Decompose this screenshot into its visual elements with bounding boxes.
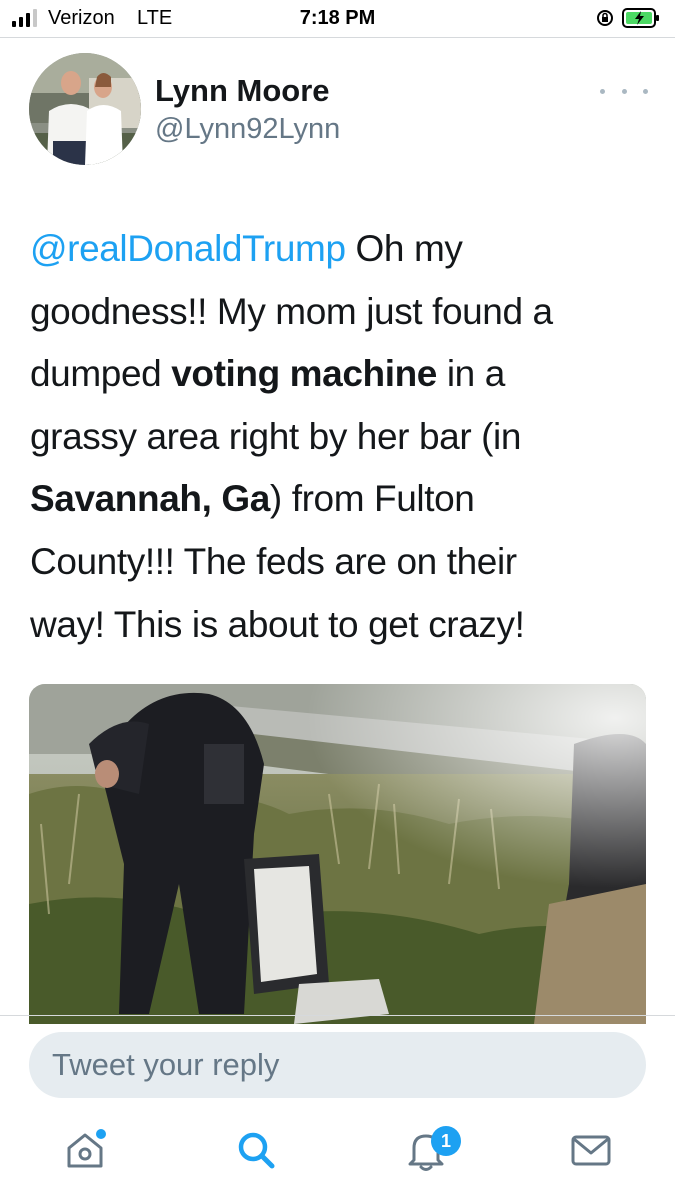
author-name[interactable]: Lynn Moore: [155, 73, 330, 109]
tweet-text-segment: dumped: [30, 353, 172, 395]
battery-charging-icon: [622, 8, 659, 28]
more-options-button[interactable]: [600, 77, 648, 105]
tweet-text-segment: goodness!! My mom just found a: [30, 290, 553, 332]
tweet-text-bold: voting machine: [171, 353, 437, 395]
tweet-text-segment: way! This is about to get crazy!: [30, 603, 525, 645]
tab-search[interactable]: [232, 1126, 280, 1174]
tweet-text-segment: ) from Fulton: [269, 478, 475, 520]
dot-icon: [600, 88, 605, 94]
tweet-text-line: Savannah, Ga) from Fulton: [30, 468, 655, 531]
dot-icon: [643, 88, 648, 94]
tweet-text-line: dumped voting machine in a: [30, 343, 655, 406]
compose-divider: [0, 1015, 675, 1016]
tweet-text-segment: grassy area right by her bar (in: [30, 415, 522, 457]
tweet-photo[interactable]: [29, 684, 646, 1024]
tweet-text-segment: Oh my: [345, 228, 463, 269]
tweet-text-line: grassy area right by her bar (in: [30, 406, 655, 469]
status-time: 7:18 PM: [299, 7, 376, 29]
author-handle[interactable]: @Lynn92Lynn: [155, 113, 340, 146]
rotation-lock-icon: [597, 10, 613, 26]
tweet-text-line: @realDonaldTrump Oh my: [30, 218, 655, 281]
dot-icon: [621, 88, 627, 94]
tweet-text-segment: County!!! The feds are on their: [30, 540, 517, 582]
tweet-text-line: way! This is about to get crazy!: [30, 594, 655, 657]
header-divider: [0, 37, 675, 38]
tweet-text-line: County!!! The feds are on their: [30, 531, 655, 594]
tweet-text-line: goodness!! My mom just found a: [30, 281, 655, 344]
new-content-dot: [96, 1129, 106, 1139]
mention-link[interactable]: @realDonaldTrump: [30, 228, 346, 269]
tweet-text: @realDonaldTrump Oh my goodness!! My mom …: [30, 218, 655, 656]
mail-icon: [571, 1135, 611, 1166]
avatar[interactable]: [29, 53, 141, 165]
status-bar: Verizon LTE 7:18 PM: [0, 0, 675, 36]
tweet-text-segment: in a: [436, 353, 505, 395]
search-icon: [238, 1132, 275, 1169]
tab-messages[interactable]: [567, 1126, 615, 1174]
tweet-text-bold: Savannah, Ga: [30, 478, 270, 520]
reply-input[interactable]: Tweet your reply: [29, 1032, 646, 1098]
notifications-badge: 1: [431, 1126, 461, 1156]
